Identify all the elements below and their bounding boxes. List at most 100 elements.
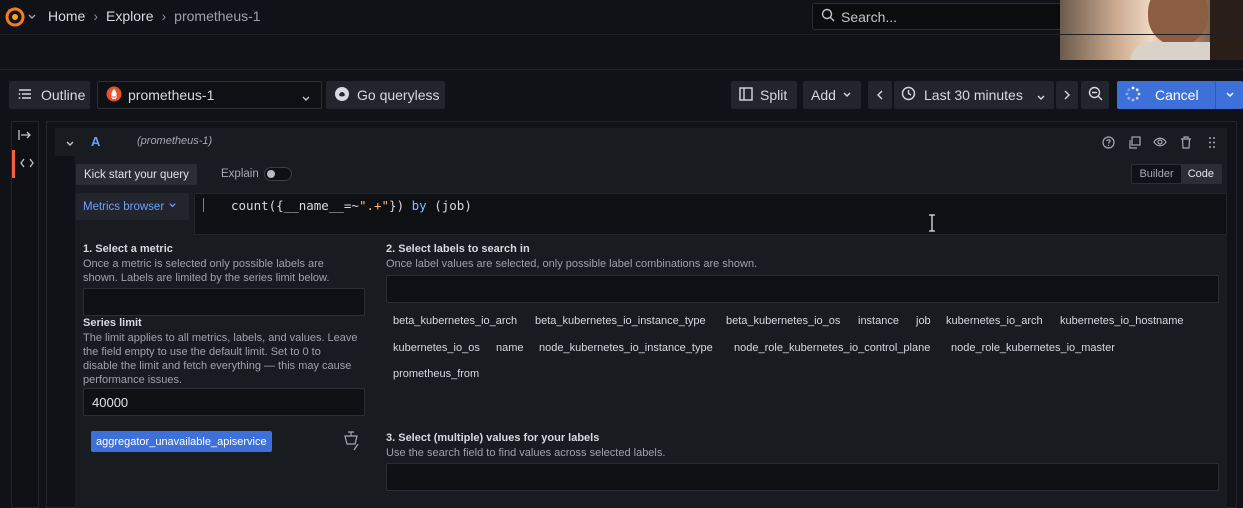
builder-mode-tab[interactable]: Builder xyxy=(1132,165,1180,183)
metrics-browser-label: Metrics browser xyxy=(83,200,165,213)
clock-icon xyxy=(901,86,916,104)
code-mode-tab[interactable]: Code xyxy=(1180,165,1221,183)
select-values-title: 3. Select (multiple) values for your lab… xyxy=(386,432,600,444)
top-nav: Home › Explore › prometheus-1 xyxy=(0,0,1243,34)
clear-filter-icon[interactable] xyxy=(342,430,360,455)
chevron-down-icon xyxy=(842,87,852,103)
query-row-header: A (prometheus-1) xyxy=(55,128,1227,156)
query-name[interactable]: A xyxy=(91,134,100,149)
select-values-description: Use the search field to find values acro… xyxy=(386,447,666,459)
metric-search-input[interactable] xyxy=(83,288,365,316)
split-label: Split xyxy=(760,87,788,103)
divider xyxy=(0,69,1243,70)
expand-outline-button[interactable] xyxy=(12,122,38,150)
label-search-input[interactable] xyxy=(386,275,1219,303)
zoom-out-icon xyxy=(1088,86,1103,104)
go-queryless-button[interactable]: Go queryless xyxy=(326,81,445,109)
label-chip[interactable]: node_kubernetes_io_instance_type xyxy=(535,340,717,356)
query-actions xyxy=(1101,135,1219,149)
search-box[interactable] xyxy=(812,3,1072,30)
split-icon xyxy=(739,86,753,104)
breadcrumb: Home › Explore › prometheus-1 xyxy=(48,8,261,24)
add-button[interactable]: Add xyxy=(803,81,861,109)
metric-list-item[interactable]: aggregator_unavailable_apiservice xyxy=(91,431,272,452)
expand-right-icon xyxy=(18,129,32,144)
editor-gutter xyxy=(203,198,204,212)
label-chip[interactable]: kubernetes_io_arch xyxy=(942,313,1047,329)
label-chip[interactable]: job xyxy=(912,313,935,329)
select-labels-title: 2. Select labels to search in xyxy=(386,243,530,255)
series-limit-description: The limit applies to all metrics, labels… xyxy=(83,332,358,386)
drag-handle-icon[interactable] xyxy=(1205,135,1219,149)
duplicate-query-icon[interactable] xyxy=(1127,135,1141,149)
query-body: Kick start your query Explain Builder Co… xyxy=(75,156,1227,508)
queryless-icon xyxy=(334,86,350,105)
help-icon[interactable] xyxy=(1101,135,1115,149)
search-input[interactable] xyxy=(841,8,1041,25)
editor-mode-switch: Builder Code xyxy=(1131,164,1222,184)
label-chip[interactable]: node_role_kubernetes_io_master xyxy=(947,340,1119,356)
queryless-label: Go queryless xyxy=(357,87,440,103)
kick-start-query-button[interactable]: Kick start your query xyxy=(76,164,197,185)
chevron-down-icon xyxy=(168,201,177,213)
query-editor-panel: A (prometheus-1) Kick start your query E… xyxy=(46,121,1237,508)
spinner-icon xyxy=(1125,86,1141,105)
chevron-down-icon xyxy=(301,91,311,107)
list-icon xyxy=(18,87,32,103)
eye-icon[interactable] xyxy=(1153,135,1167,149)
chevron-right-icon xyxy=(1063,87,1071,103)
chevron-left-icon xyxy=(876,87,884,103)
label-chip[interactable]: instance xyxy=(854,313,903,329)
explain-label: Explain xyxy=(221,168,259,180)
breadcrumb-current: prometheus-1 xyxy=(174,8,261,24)
chevron-down-icon xyxy=(1036,90,1046,106)
breadcrumb-separator-icon: › xyxy=(93,8,99,24)
breadcrumb-home[interactable]: Home xyxy=(48,8,85,24)
split-button[interactable]: Split xyxy=(731,81,797,109)
outline-button[interactable]: Outline xyxy=(9,81,90,109)
breadcrumb-separator-icon: › xyxy=(161,8,167,24)
text-cursor-icon xyxy=(927,214,937,235)
webcam-overlay xyxy=(1060,0,1243,60)
content-outline-rail xyxy=(11,121,39,508)
series-limit-input[interactable]: 40000 xyxy=(83,388,365,416)
code-icon xyxy=(19,157,34,172)
refresh-options-button[interactable] xyxy=(1215,81,1243,109)
grafana-logo-icon[interactable] xyxy=(4,6,26,28)
datasource-name: prometheus-1 xyxy=(128,87,215,103)
zoom-out-button[interactable] xyxy=(1081,81,1109,109)
divider xyxy=(0,34,1243,35)
cancel-label: Cancel xyxy=(1155,87,1199,103)
search-icon xyxy=(821,8,835,25)
time-range-label: Last 30 minutes xyxy=(924,87,1023,103)
label-chip[interactable]: beta_kubernetes_io_arch xyxy=(389,313,521,329)
explain-toggle[interactable] xyxy=(264,167,292,181)
time-range-forward-button[interactable] xyxy=(1056,81,1078,109)
promql-code-editor[interactable]: count({__name__=~".+"}) by (job) xyxy=(194,193,1227,235)
time-range-back-button[interactable] xyxy=(868,81,892,109)
value-search-input[interactable] xyxy=(386,463,1219,491)
outline-label: Outline xyxy=(41,87,86,103)
label-chip[interactable]: name xyxy=(492,340,528,356)
label-chip[interactable]: beta_kubernetes_io_os xyxy=(722,313,844,329)
label-chip[interactable]: prometheus_from xyxy=(389,366,483,382)
label-chip[interactable]: node_role_kubernetes_io_control_plane xyxy=(730,340,934,356)
series-limit-title: Series limit xyxy=(83,317,142,329)
cancel-query-button[interactable]: Cancel xyxy=(1117,81,1215,109)
metrics-browser-button[interactable]: Metrics browser xyxy=(76,193,189,220)
label-chip[interactable]: beta_kubernetes_io_instance_type xyxy=(531,313,710,329)
query-expression: count({__name__=~".+"}) by (job) xyxy=(231,198,472,213)
chevron-down-icon xyxy=(1225,87,1235,103)
breadcrumb-explore[interactable]: Explore xyxy=(106,8,153,24)
chevron-down-icon[interactable] xyxy=(65,137,75,152)
queries-outline-button[interactable] xyxy=(12,150,38,178)
label-chip[interactable]: kubernetes_io_hostname xyxy=(1056,313,1188,329)
select-metric-description: Once a metric is selected only possible … xyxy=(83,258,330,284)
trash-icon[interactable] xyxy=(1179,135,1193,149)
label-chip[interactable]: kubernetes_io_os xyxy=(389,340,484,356)
datasource-picker[interactable]: prometheus-1 xyxy=(97,81,322,109)
select-labels-description: Once label values are selected, only pos… xyxy=(386,258,758,270)
chevron-down-icon[interactable] xyxy=(27,10,37,20)
query-datasource-label: (prometheus-1) xyxy=(137,135,213,147)
time-range-picker[interactable]: Last 30 minutes xyxy=(894,81,1054,109)
